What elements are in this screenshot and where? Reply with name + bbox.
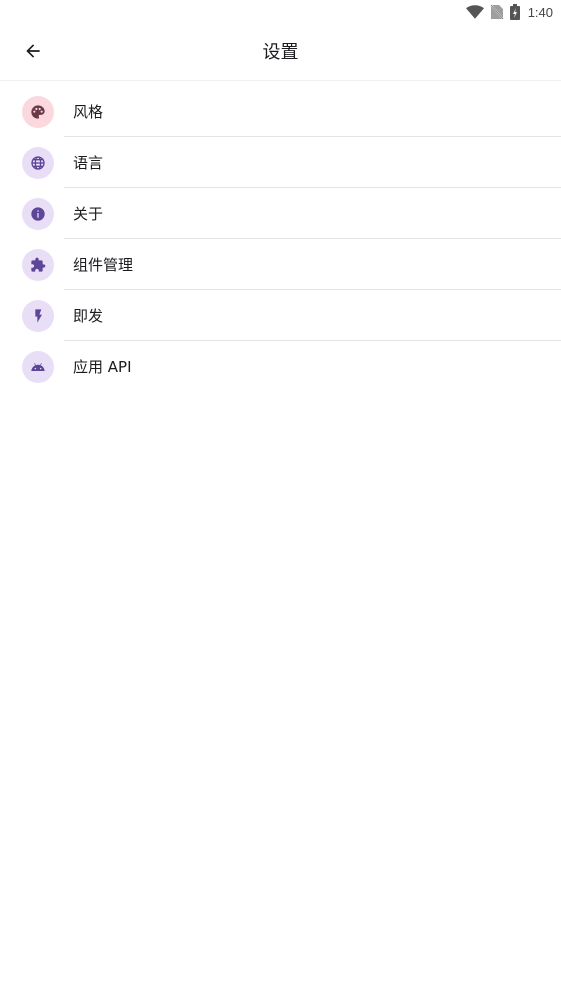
status-time: 1:40 xyxy=(527,4,553,20)
settings-item-label: 风格 xyxy=(73,103,104,121)
battery-charging-icon xyxy=(509,4,520,20)
settings-item-label: 关于 xyxy=(73,205,104,223)
settings-item-label: 语言 xyxy=(73,154,104,172)
settings-item-label: 应用 API xyxy=(73,358,132,376)
wifi-icon xyxy=(465,5,484,19)
status-bar: 1:40 xyxy=(0,0,561,24)
puzzle-icon xyxy=(22,248,54,281)
settings-item-components[interactable]: 组件管理 xyxy=(0,239,561,290)
settings-screen: 1:40 设置 风格 语言 关于 组件管理 即发 应用 API xyxy=(0,0,561,999)
settings-item-language[interactable]: 语言 xyxy=(0,137,561,188)
settings-item-style[interactable]: 风格 xyxy=(0,86,561,137)
settings-item-app-api[interactable]: 应用 API xyxy=(0,341,561,392)
palette-icon xyxy=(22,95,54,128)
android-icon xyxy=(22,350,54,383)
info-icon xyxy=(22,197,54,230)
app-bar: 设置 xyxy=(0,24,561,81)
globe-icon xyxy=(22,146,54,179)
settings-list: 风格 语言 关于 组件管理 即发 应用 API xyxy=(0,86,561,392)
page-title: 设置 xyxy=(262,42,299,63)
bolt-icon xyxy=(22,299,54,332)
settings-item-about[interactable]: 关于 xyxy=(0,188,561,239)
no-sim-icon xyxy=(490,4,504,20)
settings-item-label: 组件管理 xyxy=(73,256,134,274)
settings-item-label: 即发 xyxy=(73,307,104,325)
settings-item-instant[interactable]: 即发 xyxy=(0,290,561,341)
